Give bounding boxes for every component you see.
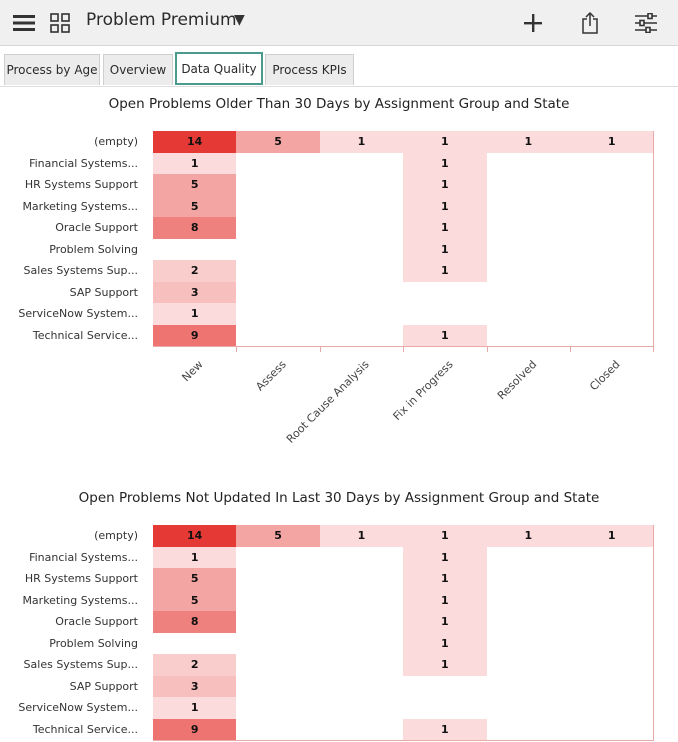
heatmap-cell bbox=[486, 611, 571, 634]
heatmap-cell[interactable]: 5 bbox=[236, 525, 321, 548]
heatmap-cell bbox=[319, 589, 405, 612]
heatmap-cell[interactable]: 8 bbox=[153, 611, 238, 634]
heatmap-not-updated-30-days: (empty) 14 5 1 1 1 1 Financial Systems... 1 1 HR S… bbox=[0, 0, 678, 742]
heatmap-cell bbox=[319, 697, 405, 720]
heatmap-cell bbox=[486, 568, 571, 591]
row-label: Problem Solving bbox=[49, 636, 138, 650]
heatmap-cell bbox=[486, 546, 571, 569]
heatmap-cell bbox=[319, 718, 405, 741]
heatmap-cell[interactable]: 1 bbox=[403, 589, 488, 612]
heatmap-cell bbox=[486, 697, 571, 720]
row-label: SAP Support bbox=[69, 679, 138, 693]
heatmap-cell[interactable]: 1 bbox=[403, 525, 488, 548]
row-label: Financial Systems... bbox=[29, 550, 138, 564]
heatmap-cell bbox=[236, 697, 321, 720]
heatmap-cell[interactable]: 1 bbox=[403, 718, 488, 741]
heatmap-cell bbox=[319, 611, 405, 634]
heatmap-cell bbox=[486, 632, 571, 655]
heatmap-cell bbox=[570, 546, 655, 569]
heatmap-cell[interactable]: 5 bbox=[153, 589, 238, 612]
heatmap-cell[interactable]: 1 bbox=[153, 697, 238, 720]
row-label: Marketing Systems... bbox=[22, 593, 138, 607]
heatmap-cell[interactable]: 1 bbox=[319, 525, 405, 548]
heatmap-cell[interactable]: 1 bbox=[403, 546, 488, 569]
heatmap-cell bbox=[319, 675, 405, 698]
row-label: HR Systems Support bbox=[24, 572, 138, 585]
heatmap-cell[interactable]: 1 bbox=[570, 525, 655, 548]
heatmap-cell[interactable]: 1 bbox=[403, 611, 488, 634]
heatmap-cell bbox=[319, 546, 405, 569]
heatmap-cell bbox=[319, 632, 405, 655]
heatmap-cell bbox=[570, 675, 655, 698]
heatmap-cell[interactable]: 9 bbox=[153, 718, 238, 741]
heatmap-cell bbox=[236, 546, 321, 569]
heatmap-cell bbox=[236, 611, 321, 634]
heatmap-cell bbox=[236, 589, 321, 612]
heatmap-cell bbox=[236, 632, 321, 655]
heatmap-cell bbox=[570, 611, 655, 634]
row-label: Technical Service... bbox=[32, 722, 138, 736]
heatmap-cell[interactable]: 1 bbox=[153, 546, 238, 569]
heatmap-cell[interactable]: 14 bbox=[153, 525, 238, 548]
heatmap-cell bbox=[403, 675, 488, 698]
heatmap-cell bbox=[486, 718, 571, 741]
heatmap-cell bbox=[236, 675, 321, 698]
heatmap-cell bbox=[403, 697, 488, 720]
heatmap-cell bbox=[570, 697, 655, 720]
heatmap-cell bbox=[153, 632, 238, 655]
heatmap-cell bbox=[236, 654, 321, 677]
heatmap-cell[interactable]: 1 bbox=[403, 568, 488, 591]
heatmap-cell bbox=[319, 654, 405, 677]
heatmap-cell[interactable]: 1 bbox=[486, 525, 571, 548]
row-label: Oracle Support bbox=[55, 615, 138, 628]
heatmap-cell[interactable]: 1 bbox=[403, 632, 488, 655]
heatmap-cell bbox=[236, 718, 321, 741]
heatmap-cell bbox=[570, 568, 655, 591]
heatmap-cell[interactable]: 3 bbox=[153, 675, 238, 698]
heatmap-cell bbox=[319, 568, 405, 591]
row-label: (empty) bbox=[94, 529, 138, 542]
heatmap-cell[interactable]: 5 bbox=[153, 568, 238, 591]
row-label: ServiceNow System... bbox=[18, 701, 138, 714]
heatmap-cell bbox=[486, 589, 571, 612]
heatmap-cell bbox=[570, 632, 655, 655]
heatmap-cell bbox=[570, 654, 655, 677]
heatmap-cell bbox=[570, 718, 655, 741]
row-label: Sales Systems Sup... bbox=[23, 658, 138, 671]
heatmap-cell bbox=[486, 654, 571, 677]
heatmap-cell bbox=[236, 568, 321, 591]
heatmap-cell[interactable]: 2 bbox=[153, 654, 238, 677]
heatmap-cell bbox=[486, 675, 571, 698]
heatmap-cell bbox=[570, 589, 655, 612]
heatmap-cell[interactable]: 1 bbox=[403, 654, 488, 677]
